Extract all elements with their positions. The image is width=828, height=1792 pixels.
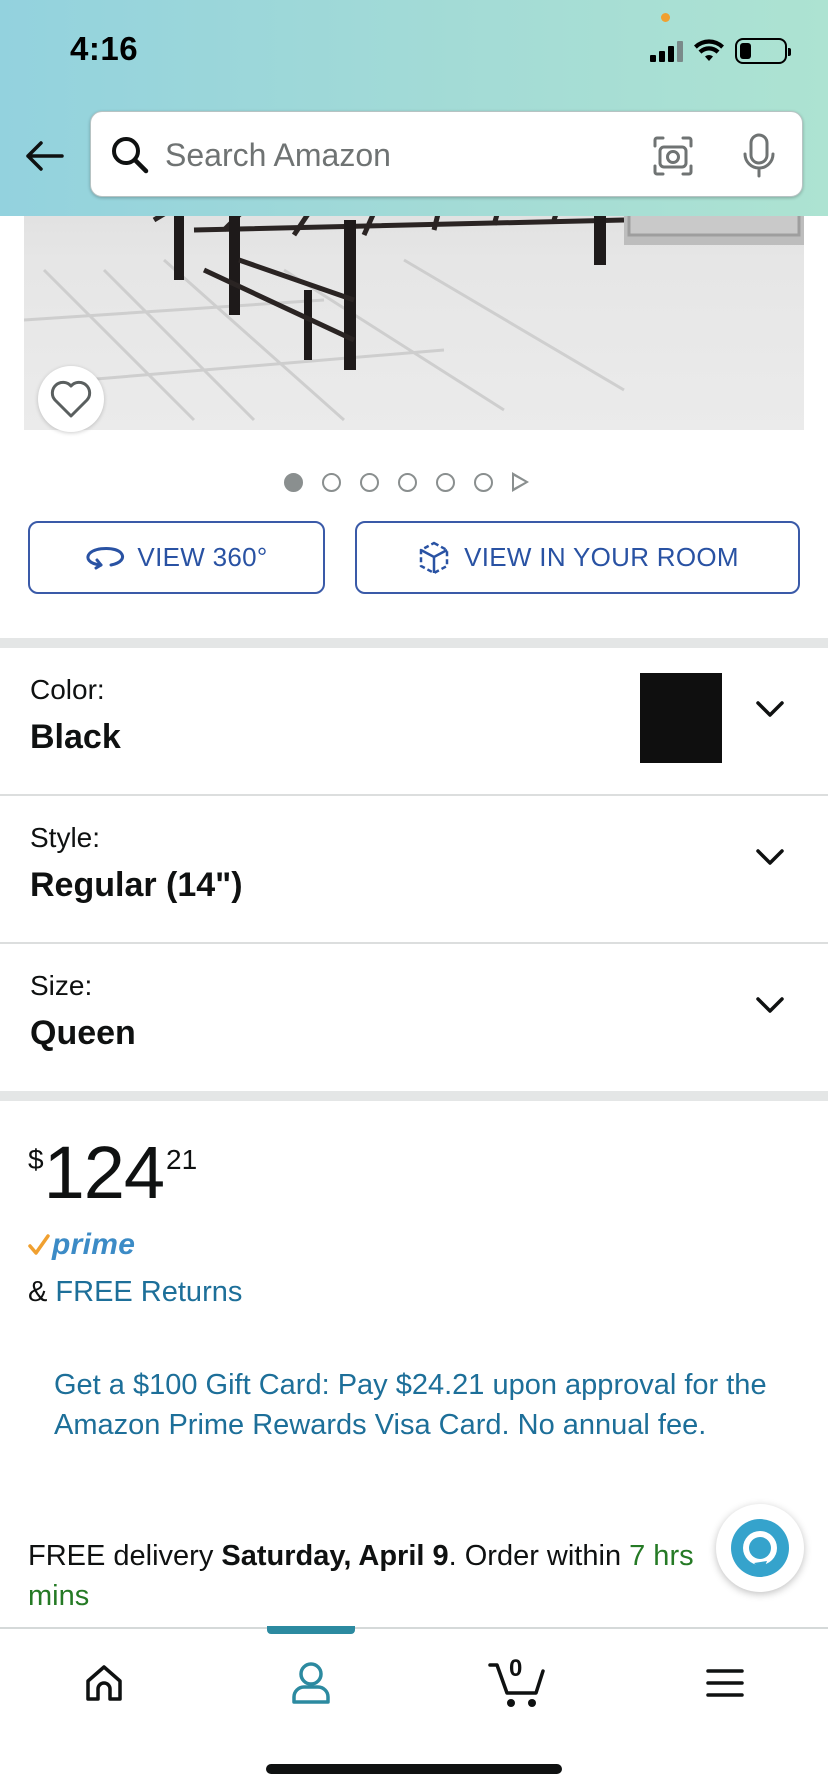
home-icon (86, 1665, 122, 1701)
alexa-icon (731, 1519, 789, 1577)
product-price: $ 124 21 (28, 1130, 197, 1210)
view-in-room-button[interactable]: VIEW IN YOUR ROOM (355, 521, 800, 594)
size-label: Size: (30, 970, 93, 1001)
price-currency: $ (28, 1144, 44, 1175)
app-header: 4:16 (0, 0, 828, 216)
carousel-dot[interactable] (360, 472, 379, 492)
delivery-countdown: 7 hrs (629, 1540, 694, 1572)
wishlist-button[interactable] (38, 366, 104, 432)
nav-cart[interactable]: 0 (483, 1653, 553, 1713)
color-value: Black (30, 718, 121, 756)
delivery-middle: . Order within (448, 1540, 630, 1572)
prime-badge: prime (28, 1228, 135, 1262)
view-in-room-label: VIEW IN YOUR ROOM (464, 542, 739, 572)
carousel-dot[interactable] (474, 472, 493, 492)
returns-prefix: & (28, 1276, 56, 1308)
style-label: Style: (30, 822, 101, 853)
variation-color[interactable]: Color: Black (0, 648, 828, 796)
battery-icon (735, 38, 791, 64)
delivery-date: Saturday, April 9 (221, 1540, 449, 1572)
price-whole: 124 (43, 1131, 165, 1214)
wifi-icon (694, 39, 724, 61)
style-value: Regular (14") (30, 866, 243, 904)
cellular-signal-icon (650, 40, 683, 62)
variation-size[interactable]: Size: Queen (0, 944, 828, 1092)
chevron-down-icon (756, 849, 784, 865)
carousel-dot[interactable] (322, 472, 341, 492)
variation-style[interactable]: Style: Regular (14") (0, 796, 828, 944)
search-bar[interactable] (90, 111, 803, 197)
delivery-countdown-end: mins (28, 1580, 90, 1612)
prime-check-icon (28, 1234, 50, 1255)
price-fraction: 21 (166, 1144, 198, 1175)
search-input[interactable] (165, 130, 605, 180)
color-label: Color: (30, 674, 105, 705)
view-360-label: VIEW 360° (137, 542, 268, 572)
carousel-dot[interactable] (284, 472, 303, 492)
delivery-info: FREE delivery Saturday, April 9. Order w… (28, 1536, 728, 1616)
status-icons (650, 36, 791, 66)
free-returns-link[interactable]: FREE Returns (55, 1276, 242, 1308)
returns-line: & FREE Returns (28, 1276, 242, 1309)
active-tab-indicator (267, 1626, 355, 1634)
nav-home[interactable] (69, 1653, 139, 1713)
section-divider (0, 1091, 828, 1101)
heart-icon (50, 380, 92, 418)
home-indicator[interactable] (266, 1764, 562, 1774)
size-value: Queen (30, 1014, 136, 1052)
rotate-360-icon (86, 546, 125, 569)
search-icon (112, 137, 149, 174)
carousel-dot[interactable] (436, 472, 455, 492)
hamburger-menu-icon (706, 1669, 744, 1697)
back-arrow-icon (26, 141, 64, 171)
privacy-indicator-dot (661, 13, 670, 22)
chevron-down-icon (756, 701, 784, 717)
microphone-icon[interactable] (739, 132, 779, 180)
nav-account[interactable] (276, 1653, 346, 1713)
nav-menu[interactable] (690, 1653, 760, 1713)
view-360-button[interactable]: VIEW 360° (28, 521, 325, 594)
user-icon (292, 1662, 330, 1704)
prime-label: prime (52, 1228, 136, 1261)
cart-count-badge: 0 (509, 1655, 523, 1682)
back-button[interactable] (22, 134, 66, 178)
gift-card-promo-link[interactable]: Get a $100 Gift Card: Pay $24.21 upon ap… (54, 1365, 774, 1445)
carousel-dot[interactable] (398, 472, 417, 492)
alexa-button[interactable] (716, 1504, 804, 1592)
ar-cube-icon (419, 541, 449, 574)
video-play-icon[interactable] (512, 472, 529, 492)
section-divider (0, 638, 828, 648)
camera-search-icon[interactable] (651, 134, 695, 178)
chevron-down-icon (756, 997, 784, 1013)
color-swatch[interactable] (640, 673, 722, 763)
status-time: 4:16 (70, 30, 139, 67)
delivery-prefix: FREE delivery (28, 1540, 222, 1572)
image-carousel-indicator (284, 472, 529, 492)
